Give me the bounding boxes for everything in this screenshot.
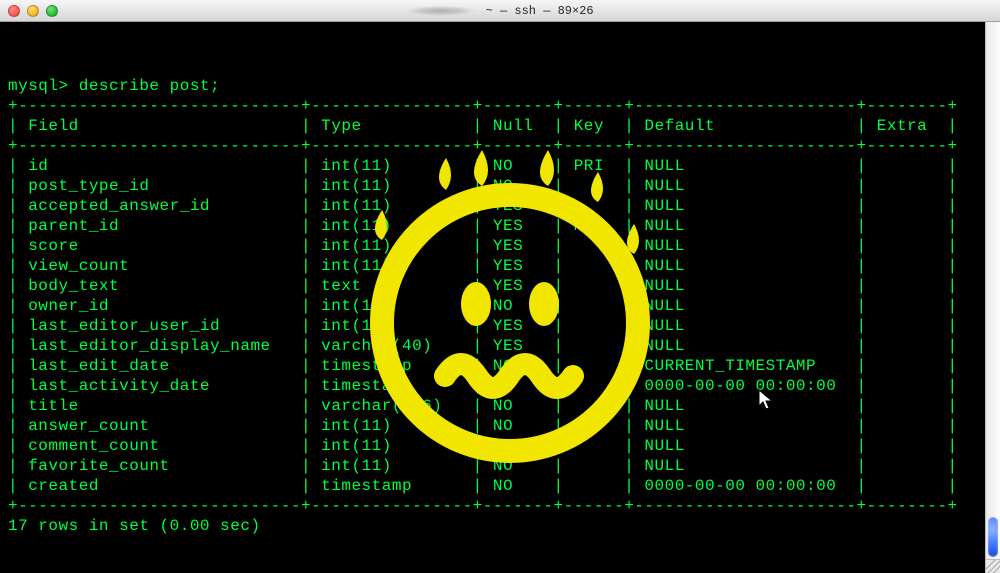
redacted-hostname xyxy=(406,6,476,16)
terminal-window: ~ — ssh — 89×26 mysql> describe post; +-… xyxy=(0,0,1000,573)
minimize-window-button[interactable] xyxy=(27,5,39,17)
zoom-window-button[interactable] xyxy=(46,5,58,17)
vertical-scrollbar[interactable] xyxy=(985,22,1000,559)
close-window-button[interactable] xyxy=(8,5,20,17)
window-resize-grip[interactable] xyxy=(985,559,1000,573)
window-title: ~ — ssh — 89×26 xyxy=(0,4,1000,18)
scrollbar-thumb[interactable] xyxy=(988,517,998,557)
traffic-lights xyxy=(8,5,58,17)
terminal-viewport[interactable]: mysql> describe post; +-----------------… xyxy=(0,30,1000,573)
terminal-output: mysql> describe post; +-----------------… xyxy=(8,76,1000,556)
window-title-text: ~ — ssh — 89×26 xyxy=(478,4,593,18)
window-titlebar[interactable]: ~ — ssh — 89×26 xyxy=(0,0,1000,22)
